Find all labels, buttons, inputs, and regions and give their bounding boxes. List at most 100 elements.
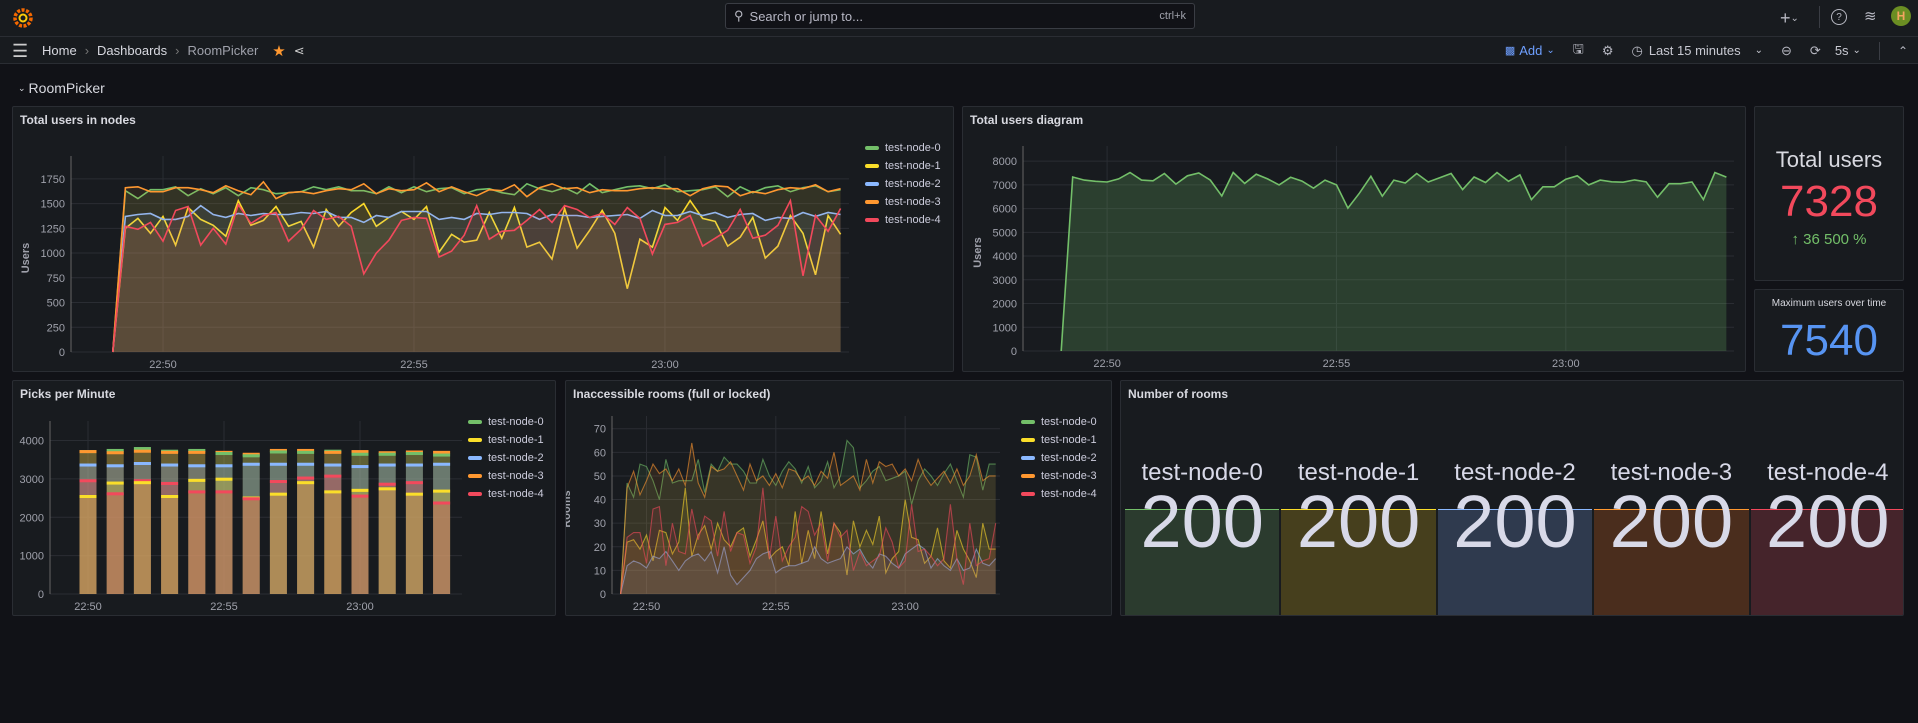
row-header[interactable]: ⌄ RoomPicker (18, 80, 105, 96)
y-tick-label: 5000 (993, 227, 1017, 239)
legend: test-node-0 test-node-1 test-node-2 test-no… (865, 139, 941, 229)
collapse-chevron-up-icon[interactable]: ⌃ (1898, 44, 1908, 58)
grafana-logo-icon[interactable] (12, 7, 34, 29)
time-range-picker[interactable]: ◷ Last 15 minutes ⌄ (1631, 43, 1763, 59)
room-count-tile: test-node-2 200 (1437, 381, 1593, 615)
stat-value: 7540 (1780, 316, 1878, 365)
stat-value: 7328 (1780, 177, 1878, 226)
chevron-down-icon: ⌄ (1754, 45, 1763, 56)
bar-test-node-4 (106, 492, 124, 594)
legend-label: test-node-1 (488, 434, 544, 446)
y-tick-label: 1500 (41, 199, 65, 211)
legend-item[interactable]: test-node-1 (1021, 431, 1097, 449)
stat-title: Total users (1775, 147, 1883, 172)
legend-item[interactable]: test-node-4 (1021, 485, 1097, 503)
bar-cap-test-node-2 (324, 463, 342, 467)
breadcrumb-home[interactable]: Home (42, 43, 77, 58)
search-placeholder: Search or jump to... (749, 8, 863, 24)
bar-cap-test-node-0 (405, 452, 423, 456)
refresh-icon[interactable]: ⟳ (1810, 43, 1821, 59)
search-input[interactable]: ⚲ Search or jump to... ctrl+k (725, 3, 1195, 29)
bar-test-node-4 (215, 490, 233, 594)
bar-cap-test-node-2 (378, 463, 396, 467)
bar-test-node-1 (133, 481, 151, 594)
room-count-tile: test-node-4 200 (1750, 381, 1903, 615)
bar-cap-test-node-1 (106, 481, 124, 485)
y-tick-label: 0 (1011, 346, 1017, 358)
legend-swatch (1021, 438, 1035, 442)
bar-cap-test-node-3 (133, 449, 151, 453)
bar-cap-test-node-3 (351, 450, 369, 454)
refresh-interval-label[interactable]: 5s (1835, 43, 1849, 58)
bar-cap-test-node-1 (269, 492, 287, 496)
y-tick-label: 250 (47, 322, 65, 334)
bar-cap-test-node-2 (269, 462, 287, 466)
legend-item[interactable]: test-node-2 (468, 449, 544, 467)
panel-total-users-stat: Total users 7328 ↑ 36 500 % (1754, 106, 1904, 281)
bar-test-node-1 (405, 492, 423, 594)
legend-swatch (468, 474, 482, 478)
x-tick-label: 23:00 (1552, 358, 1580, 370)
star-icon[interactable]: ★ (272, 42, 285, 60)
y-tick-label: 1000 (993, 322, 1017, 334)
legend-item[interactable]: test-node-4 (468, 485, 544, 503)
legend: test-node-0 test-node-1 test-node-2 test-no… (468, 413, 544, 503)
bar-cap-test-node-1 (433, 489, 451, 493)
refresh-picker[interactable]: ⟳ 5s ⌄ (1810, 43, 1861, 59)
bar-cap-test-node-1 (351, 488, 369, 492)
legend-item[interactable]: test-node-1 (468, 431, 544, 449)
settings-gear-icon[interactable]: ⚙ (1602, 43, 1614, 59)
tile-value: 200 (1609, 480, 1734, 563)
breadcrumb-dashboards[interactable]: Dashboards (97, 43, 167, 58)
y-axis-label: Rooms (566, 490, 573, 527)
zoom-out-icon[interactable]: ⊖ (1781, 43, 1792, 59)
add-button[interactable]: ▩ Add ⌄ (1505, 43, 1555, 58)
bar-cap-test-node-4 (324, 474, 342, 478)
add-panel-icon: ▩ (1504, 45, 1516, 57)
y-tick-label: 500 (47, 298, 65, 310)
legend-item[interactable]: test-node-0 (1021, 413, 1097, 431)
bar-test-node-1 (161, 495, 179, 594)
bar-cap-test-node-1 (297, 481, 315, 485)
tile-value: 200 (1453, 480, 1577, 563)
top-bar: ⚲ Search or jump to... ctrl+k + ⌄ ? ≋ H (0, 0, 1918, 37)
menu-icon[interactable]: ☰ (12, 41, 28, 62)
y-tick-label: 50 (594, 471, 606, 483)
x-tick-label: 22:55 (1323, 358, 1351, 370)
legend-item[interactable]: test-node-3 (468, 467, 544, 485)
bar-cap-test-node-0 (215, 452, 233, 456)
arrow-up-icon: ↑ (1791, 231, 1804, 248)
stat-change-value: 36 500 % (1803, 231, 1867, 248)
news-feed-icon[interactable]: ≋ (1864, 7, 1877, 25)
legend-item[interactable]: test-node-4 (865, 211, 941, 229)
tile-value: 200 (1140, 480, 1264, 563)
legend-item[interactable]: test-node-1 (865, 157, 941, 175)
y-tick-label: 1000 (20, 551, 44, 563)
legend-swatch (865, 146, 879, 150)
chevron-down-icon: ⌄ (1546, 45, 1555, 56)
bar-cap-test-node-1 (215, 477, 233, 481)
bar-cap-test-node-1 (161, 495, 179, 498)
save-icon[interactable]: 🖫 (1573, 40, 1584, 62)
bar-cap-test-node-2 (188, 464, 206, 468)
avatar[interactable]: H (1891, 6, 1911, 26)
panel-number-of-rooms: Number of rooms test-node-0 200 test-nod… (1120, 380, 1904, 616)
legend-item[interactable]: test-node-2 (865, 175, 941, 193)
share-icon[interactable]: ⋖ (294, 43, 305, 59)
legend-label: test-node-1 (1041, 434, 1097, 446)
legend-item[interactable]: test-node-0 (865, 139, 941, 157)
legend-item[interactable]: test-node-3 (865, 193, 941, 211)
help-icon[interactable]: ? (1831, 9, 1847, 25)
breadcrumb: Home › Dashboards › RoomPicker ★ ⋖ (42, 37, 305, 64)
bar-cap-test-node-3 (161, 450, 179, 454)
bar-cap-test-node-0 (133, 447, 151, 451)
bar-cap-test-node-2 (242, 462, 260, 466)
bar-cap-test-node-3 (188, 450, 206, 454)
legend-item[interactable]: test-node-3 (1021, 467, 1097, 485)
panel-total-users-in-nodes: Total users in nodes 0 250 500 750 1000 1250 1… (12, 106, 954, 372)
clock-icon: ◷ (1631, 42, 1643, 58)
bar-test-node-4 (188, 490, 206, 594)
legend-item[interactable]: test-node-2 (1021, 449, 1097, 467)
plus-icon[interactable]: + ⌄ (1780, 8, 1799, 29)
legend-item[interactable]: test-node-0 (468, 413, 544, 431)
